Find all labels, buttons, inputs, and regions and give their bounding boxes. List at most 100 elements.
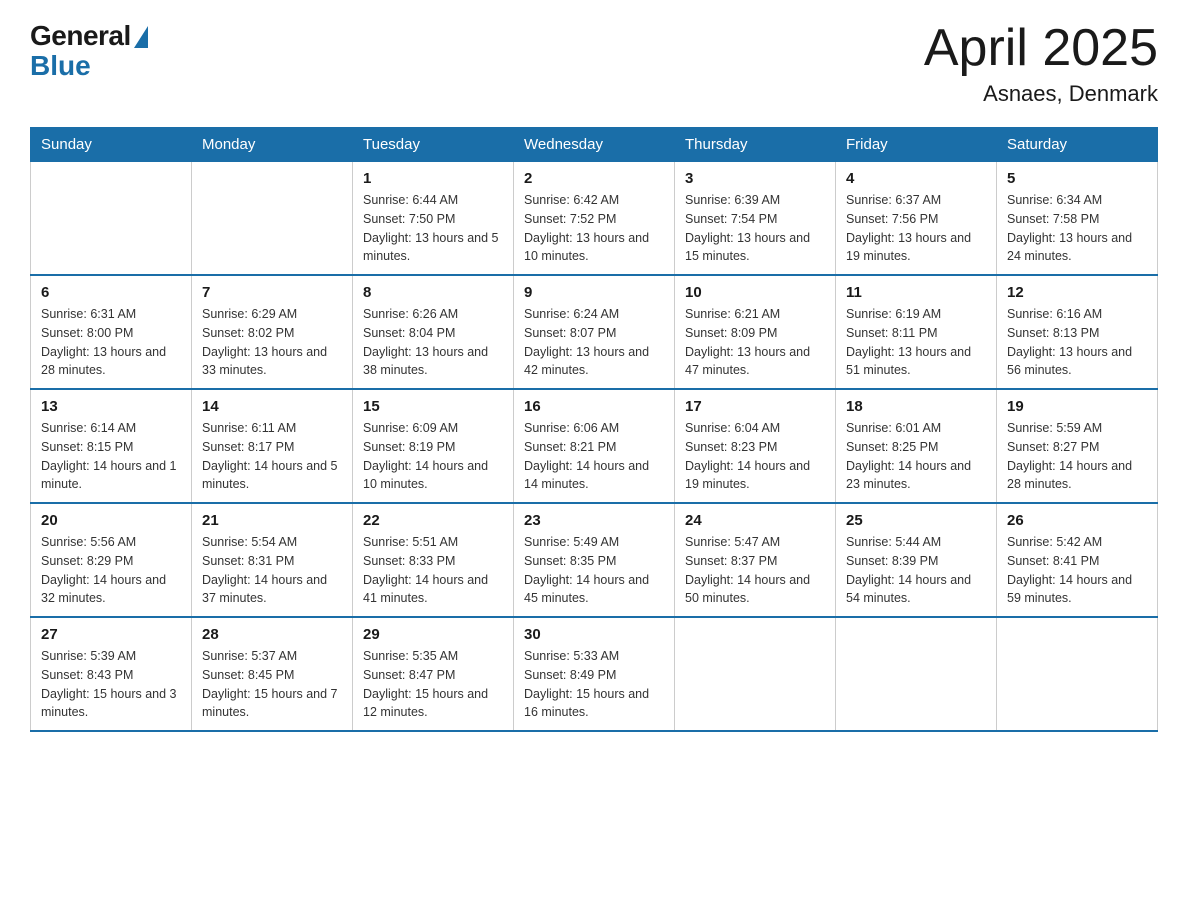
day-number: 23	[524, 512, 664, 529]
day-number: 4	[846, 170, 986, 187]
day-number: 25	[846, 512, 986, 529]
calendar-day-header: Friday	[836, 128, 997, 162]
logo: General Blue	[30, 20, 148, 80]
calendar-day-cell	[997, 617, 1158, 731]
day-number: 18	[846, 398, 986, 415]
calendar-day-cell: 20 Sunrise: 5:56 AMSunset: 8:29 PMDayligh…	[31, 503, 192, 617]
calendar-day-cell: 23 Sunrise: 5:49 AMSunset: 8:35 PMDayligh…	[514, 503, 675, 617]
day-number: 21	[202, 512, 342, 529]
calendar-day-cell: 18 Sunrise: 6:01 AMSunset: 8:25 PMDayligh…	[836, 389, 997, 503]
day-info: Sunrise: 6:09 AMSunset: 8:19 PMDaylight:…	[363, 419, 503, 494]
calendar-day-cell: 9 Sunrise: 6:24 AMSunset: 8:07 PMDaylight…	[514, 275, 675, 389]
day-info: Sunrise: 6:24 AMSunset: 8:07 PMDaylight:…	[524, 305, 664, 380]
calendar-day-cell: 10Sunrise: 6:21 AMSunset: 8:09 PMDayligh…	[675, 275, 836, 389]
page-header: General Blue April 2025 Asnaes, Denmark	[30, 20, 1158, 107]
calendar-week-row: 6 Sunrise: 6:31 AMSunset: 8:00 PMDaylight…	[31, 275, 1158, 389]
day-info: Sunrise: 6:14 AMSunset: 8:15 PMDaylight:…	[41, 419, 181, 494]
day-info: Sunrise: 5:33 AMSunset: 8:49 PMDaylight:…	[524, 647, 664, 722]
calendar-day-cell	[192, 162, 353, 276]
calendar-day-cell: 16 Sunrise: 6:06 AMSunset: 8:21 PMDayligh…	[514, 389, 675, 503]
day-number: 20	[41, 512, 181, 529]
day-info: Sunrise: 5:44 AMSunset: 8:39 PMDaylight:…	[846, 533, 986, 608]
day-info: Sunrise: 5:54 AMSunset: 8:31 PMDaylight:…	[202, 533, 342, 608]
day-info: Sunrise: 6:31 AMSunset: 8:00 PMDaylight:…	[41, 305, 181, 380]
calendar-day-cell: 4 Sunrise: 6:37 AMSunset: 7:56 PMDaylight…	[836, 162, 997, 276]
day-info: Sunrise: 5:49 AMSunset: 8:35 PMDaylight:…	[524, 533, 664, 608]
calendar-day-header: Saturday	[997, 128, 1158, 162]
calendar-day-header: Wednesday	[514, 128, 675, 162]
day-info: Sunrise: 6:01 AMSunset: 8:25 PMDaylight:…	[846, 419, 986, 494]
calendar-week-row: 20 Sunrise: 5:56 AMSunset: 8:29 PMDayligh…	[31, 503, 1158, 617]
calendar-day-cell: 15 Sunrise: 6:09 AMSunset: 8:19 PMDayligh…	[353, 389, 514, 503]
day-info: Sunrise: 6:44 AMSunset: 7:50 PMDaylight:…	[363, 191, 503, 266]
day-info: Sunrise: 6:26 AMSunset: 8:04 PMDaylight:…	[363, 305, 503, 380]
day-info: Sunrise: 6:16 AMSunset: 8:13 PMDaylight:…	[1007, 305, 1147, 380]
calendar-day-header: Sunday	[31, 128, 192, 162]
logo-general-text: General	[30, 20, 131, 52]
day-number: 13	[41, 398, 181, 415]
day-info: Sunrise: 6:19 AMSunset: 8:11 PMDaylight:…	[846, 305, 986, 380]
calendar-day-cell: 25 Sunrise: 5:44 AMSunset: 8:39 PMDayligh…	[836, 503, 997, 617]
calendar-day-cell: 14 Sunrise: 6:11 AMSunset: 8:17 PMDayligh…	[192, 389, 353, 503]
calendar-day-header: Thursday	[675, 128, 836, 162]
day-number: 1	[363, 170, 503, 187]
location: Asnaes, Denmark	[924, 81, 1158, 107]
calendar-week-row: 27Sunrise: 5:39 AMSunset: 8:43 PMDayligh…	[31, 617, 1158, 731]
day-info: Sunrise: 6:39 AMSunset: 7:54 PMDaylight:…	[685, 191, 825, 266]
day-number: 12	[1007, 284, 1147, 301]
day-info: Sunrise: 6:42 AMSunset: 7:52 PMDaylight:…	[524, 191, 664, 266]
day-number: 2	[524, 170, 664, 187]
day-info: Sunrise: 6:06 AMSunset: 8:21 PMDaylight:…	[524, 419, 664, 494]
day-info: Sunrise: 5:47 AMSunset: 8:37 PMDaylight:…	[685, 533, 825, 608]
calendar-week-row: 13 Sunrise: 6:14 AMSunset: 8:15 PMDayligh…	[31, 389, 1158, 503]
day-number: 3	[685, 170, 825, 187]
calendar-day-cell: 2 Sunrise: 6:42 AMSunset: 7:52 PMDaylight…	[514, 162, 675, 276]
day-info: Sunrise: 6:37 AMSunset: 7:56 PMDaylight:…	[846, 191, 986, 266]
logo-blue-text: Blue	[30, 52, 91, 80]
calendar-day-header: Monday	[192, 128, 353, 162]
calendar-day-cell: 7 Sunrise: 6:29 AMSunset: 8:02 PMDaylight…	[192, 275, 353, 389]
calendar-day-cell: 22 Sunrise: 5:51 AMSunset: 8:33 PMDayligh…	[353, 503, 514, 617]
calendar-day-cell: 19Sunrise: 5:59 AMSunset: 8:27 PMDayligh…	[997, 389, 1158, 503]
day-number: 30	[524, 626, 664, 643]
day-number: 6	[41, 284, 181, 301]
calendar-day-cell: 28Sunrise: 5:37 AMSunset: 8:45 PMDayligh…	[192, 617, 353, 731]
calendar-day-cell: 21 Sunrise: 5:54 AMSunset: 8:31 PMDayligh…	[192, 503, 353, 617]
day-number: 24	[685, 512, 825, 529]
calendar-day-header: Tuesday	[353, 128, 514, 162]
day-info: Sunrise: 5:35 AMSunset: 8:47 PMDaylight:…	[363, 647, 503, 722]
calendar-day-cell	[675, 617, 836, 731]
calendar-day-cell: 27Sunrise: 5:39 AMSunset: 8:43 PMDayligh…	[31, 617, 192, 731]
calendar-day-cell: 29Sunrise: 5:35 AMSunset: 8:47 PMDayligh…	[353, 617, 514, 731]
day-number: 15	[363, 398, 503, 415]
calendar-week-row: 1 Sunrise: 6:44 AMSunset: 7:50 PMDaylight…	[31, 162, 1158, 276]
day-info: Sunrise: 5:51 AMSunset: 8:33 PMDaylight:…	[363, 533, 503, 608]
calendar-day-cell: 8 Sunrise: 6:26 AMSunset: 8:04 PMDaylight…	[353, 275, 514, 389]
day-number: 16	[524, 398, 664, 415]
day-info: Sunrise: 6:11 AMSunset: 8:17 PMDaylight:…	[202, 419, 342, 494]
day-number: 5	[1007, 170, 1147, 187]
day-number: 17	[685, 398, 825, 415]
day-number: 14	[202, 398, 342, 415]
day-info: Sunrise: 6:04 AMSunset: 8:23 PMDaylight:…	[685, 419, 825, 494]
day-number: 8	[363, 284, 503, 301]
day-info: Sunrise: 5:42 AMSunset: 8:41 PMDaylight:…	[1007, 533, 1147, 608]
day-number: 11	[846, 284, 986, 301]
day-info: Sunrise: 6:21 AMSunset: 8:09 PMDaylight:…	[685, 305, 825, 380]
calendar-header-row: SundayMondayTuesdayWednesdayThursdayFrid…	[31, 128, 1158, 162]
day-info: Sunrise: 5:59 AMSunset: 8:27 PMDaylight:…	[1007, 419, 1147, 494]
day-number: 28	[202, 626, 342, 643]
day-number: 22	[363, 512, 503, 529]
day-number: 7	[202, 284, 342, 301]
calendar-day-cell: 26 Sunrise: 5:42 AMSunset: 8:41 PMDayligh…	[997, 503, 1158, 617]
day-info: Sunrise: 6:29 AMSunset: 8:02 PMDaylight:…	[202, 305, 342, 380]
day-info: Sunrise: 5:56 AMSunset: 8:29 PMDaylight:…	[41, 533, 181, 608]
calendar-day-cell: 12 Sunrise: 6:16 AMSunset: 8:13 PMDayligh…	[997, 275, 1158, 389]
calendar-day-cell: 5Sunrise: 6:34 AMSunset: 7:58 PMDaylight…	[997, 162, 1158, 276]
calendar-day-cell: 6 Sunrise: 6:31 AMSunset: 8:00 PMDaylight…	[31, 275, 192, 389]
day-number: 26	[1007, 512, 1147, 529]
calendar-day-cell: 1 Sunrise: 6:44 AMSunset: 7:50 PMDaylight…	[353, 162, 514, 276]
month-title: April 2025	[924, 20, 1158, 77]
day-number: 9	[524, 284, 664, 301]
title-area: April 2025 Asnaes, Denmark	[924, 20, 1158, 107]
